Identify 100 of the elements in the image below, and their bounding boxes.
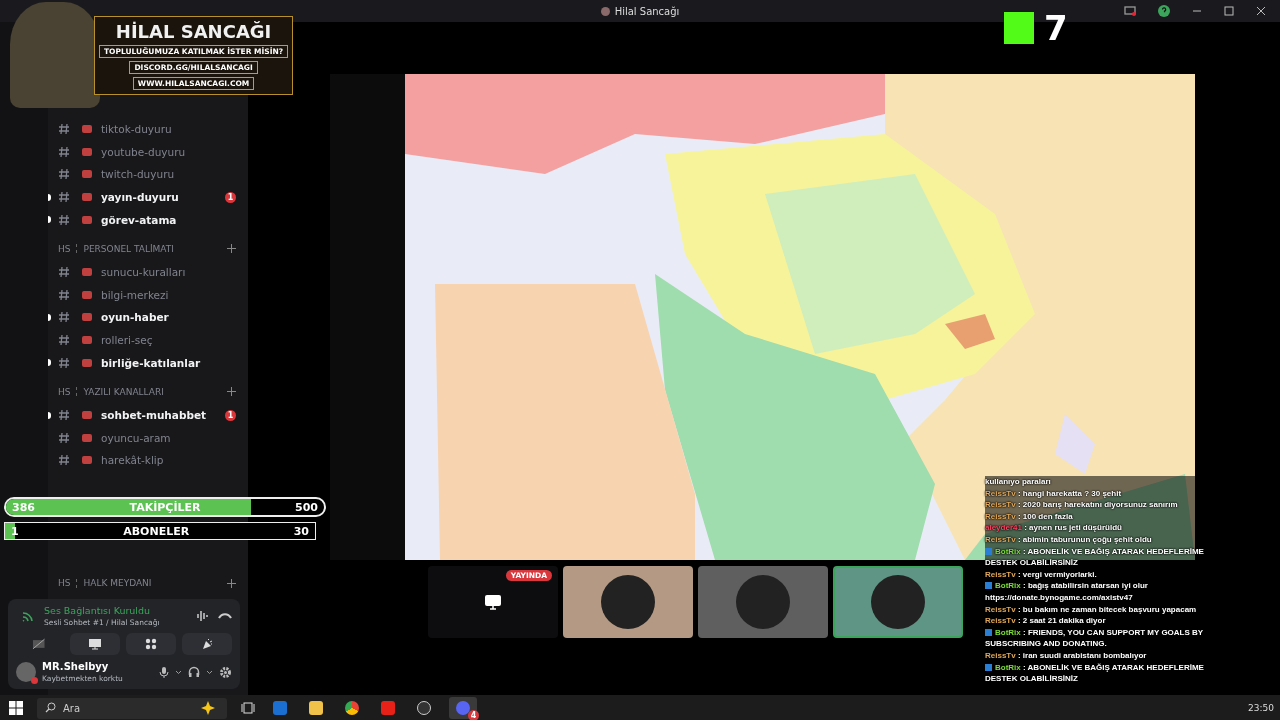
avatar bbox=[601, 575, 655, 629]
channel-item[interactable]: youtube-duyuru bbox=[48, 140, 248, 164]
voice-status: Ses Bağlantısı Kuruldu bbox=[44, 605, 152, 616]
chat-message: ReissTv : 2020 barış harekatını diyorsunuz sanırım bbox=[985, 499, 1179, 511]
goal-label: ABONELER bbox=[123, 524, 190, 538]
channel-item[interactable]: birliğe-katılanlar bbox=[48, 351, 248, 374]
chat-message: ReissTv : abimin taburunun çoğu şehit oldu bbox=[985, 533, 1153, 546]
avatar bbox=[736, 575, 790, 629]
viewer-count: 7 bbox=[1044, 8, 1068, 48]
party-popper-icon bbox=[200, 638, 213, 650]
chevron-down-icon[interactable] bbox=[206, 669, 213, 675]
chat-message: BotRix : bağış atabilirsin atarsan iyi olur https://donate.bynogame.com/axistv47 bbox=[985, 580, 1149, 604]
participant-tile[interactable] bbox=[563, 566, 693, 638]
windows-icon[interactable] bbox=[9, 700, 23, 715]
hash-icon bbox=[58, 356, 70, 369]
hash-icon bbox=[58, 123, 70, 136]
emoji-icon bbox=[82, 193, 92, 202]
unread-indicator bbox=[48, 216, 51, 224]
maximize-icon[interactable] bbox=[1224, 6, 1234, 16]
soundboard-button[interactable] bbox=[181, 633, 232, 655]
hash-icon bbox=[58, 288, 70, 301]
logo-icon bbox=[1004, 12, 1034, 44]
unread-indicator bbox=[48, 359, 51, 367]
channel-item[interactable]: oyuncu-aram bbox=[48, 426, 248, 450]
clock: 23:50 bbox=[1248, 702, 1274, 713]
chat-message: kullanıyo paraları bbox=[985, 476, 1052, 488]
emoji-icon bbox=[82, 411, 92, 420]
category-header[interactable]: HS PERSONEL TALİMATI bbox=[58, 243, 174, 254]
goal-current: 1 bbox=[11, 524, 19, 538]
emoji-icon bbox=[82, 313, 92, 322]
channel-item[interactable]: bilgi-merkezi bbox=[48, 283, 248, 307]
channel-item[interactable]: sunucu-kuralları bbox=[48, 260, 248, 284]
window-title: Hilal Sancağı bbox=[600, 5, 680, 17]
avatar bbox=[871, 575, 925, 629]
plus-icon[interactable] bbox=[227, 578, 236, 588]
channel-item[interactable]: rolleri-seç bbox=[48, 328, 248, 352]
microphone-icon[interactable] bbox=[159, 665, 169, 679]
search-field[interactable]: Ara bbox=[37, 698, 227, 719]
hash-icon bbox=[58, 431, 70, 444]
chat-message: BotRix : ABONELİK VE BAĞIŞ ATARAK HEDEFLERİME DESTEK OLABİLİRSİNİZ bbox=[985, 545, 1205, 569]
channel-item[interactable]: sohbet-muhabbet 1 bbox=[48, 403, 248, 427]
activities-icon bbox=[144, 638, 157, 650]
channel-item[interactable]: görev-atama bbox=[48, 208, 248, 231]
participant-tile[interactable] bbox=[698, 566, 828, 638]
hang-up-icon[interactable] bbox=[218, 612, 232, 620]
do-not-disturb-icon bbox=[31, 677, 38, 684]
emoji-icon bbox=[82, 268, 92, 277]
bot-badge-icon bbox=[985, 582, 992, 590]
goal-current: 386 bbox=[12, 500, 35, 514]
search-icon bbox=[45, 702, 56, 713]
sound-wave-icon[interactable] bbox=[196, 610, 210, 622]
mention-badge: 1 bbox=[225, 409, 236, 421]
avatar[interactable] bbox=[16, 662, 36, 682]
unread-indicator bbox=[48, 314, 51, 322]
notification-badge: 4 bbox=[468, 709, 479, 720]
category-header[interactable]: HS HALK MEYDANI bbox=[58, 578, 152, 588]
hash-icon bbox=[58, 145, 70, 158]
chat-message: BotRix : FRIENDS, YOU CAN SUPPORT MY GOALS BY SUBSCRIBING AND DONATING. bbox=[985, 626, 1205, 650]
hash-icon bbox=[58, 191, 70, 204]
goal-target: 500 bbox=[295, 500, 318, 514]
bot-badge-icon bbox=[985, 547, 992, 555]
user-name: MR.Shelbyy bbox=[42, 661, 110, 672]
settings-icon[interactable] bbox=[219, 665, 232, 679]
task-view-icon[interactable] bbox=[241, 701, 255, 714]
channel-item[interactable]: oyun-haber bbox=[48, 306, 248, 329]
hash-icon bbox=[58, 334, 70, 347]
emoji-icon bbox=[82, 290, 92, 299]
channel-item[interactable]: twitch-duyuru bbox=[48, 163, 248, 186]
chat-message: aleyder41 : aynen rus jeti düşürüldü bbox=[985, 522, 1123, 534]
headphones-icon[interactable] bbox=[188, 666, 200, 678]
chat-message: ReissTv : bu bakım ne zaman bitecek başvuru yapacam bbox=[985, 603, 1198, 616]
banner-title: HİLAL SANCAĞI bbox=[115, 20, 272, 42]
bot-badge-icon bbox=[985, 663, 992, 671]
monitor-icon bbox=[484, 594, 502, 610]
channel-item[interactable]: yayın-duyuru 1 bbox=[48, 185, 248, 209]
chat-message: ReissTv : 2 saat 21 dakika diyor bbox=[985, 615, 1107, 627]
chat-app-icon[interactable]: 4 bbox=[449, 696, 477, 719]
chat-message: ReissTv : 100 den fazla bbox=[985, 510, 1074, 523]
activities-button[interactable] bbox=[125, 633, 176, 655]
plus-icon[interactable] bbox=[227, 244, 236, 254]
emoji-icon bbox=[82, 358, 92, 367]
hash-icon bbox=[58, 409, 70, 422]
close-icon[interactable] bbox=[1256, 6, 1266, 16]
chat-message: ReissTv : vergi vermiyorlarki. bbox=[985, 568, 1098, 581]
hash-icon bbox=[58, 266, 70, 279]
emoji-icon bbox=[82, 433, 92, 442]
chat-message: BotRix : ABONELİK VE BAĞIŞ ATARAK HEDEFLERİME DESTEK OLABİLİRSİNİZ bbox=[985, 661, 1205, 685]
hash-icon bbox=[58, 168, 70, 181]
monitor-icon[interactable] bbox=[1124, 5, 1136, 17]
screen-share-button[interactable] bbox=[69, 633, 120, 655]
camera-off-icon[interactable] bbox=[32, 638, 46, 650]
server-icon bbox=[600, 6, 610, 16]
channel-item[interactable]: harekât-klip bbox=[48, 449, 248, 472]
emoji-icon bbox=[82, 170, 92, 179]
plus-icon[interactable] bbox=[227, 387, 236, 397]
help-icon[interactable] bbox=[1158, 5, 1170, 17]
chevron-down-icon[interactable] bbox=[175, 669, 182, 675]
channel-item[interactable]: tiktok-duyuru bbox=[48, 118, 248, 141]
category-header[interactable]: HS YAZILI KANALLARI bbox=[58, 386, 164, 397]
participant-tile[interactable] bbox=[833, 566, 963, 638]
